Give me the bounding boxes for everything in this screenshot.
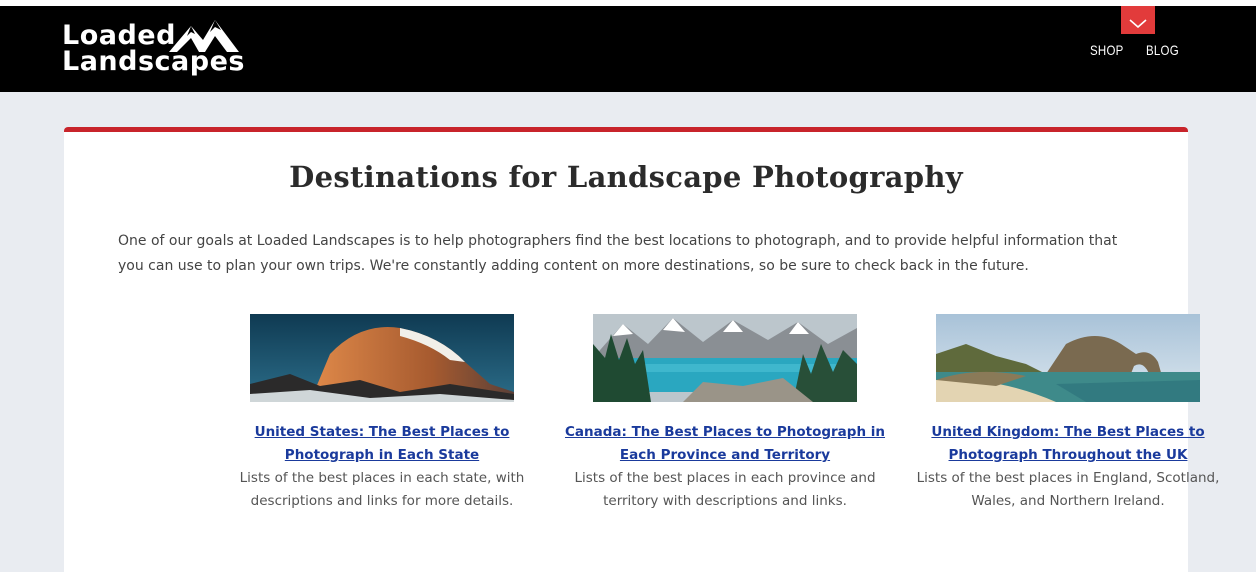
destination-link-us[interactable]: United States: The Best Places to Photog… xyxy=(217,421,547,467)
page-title: Destinations for Landscape Photography xyxy=(289,160,963,194)
content-card: Destinations for Landscape Photography O… xyxy=(64,127,1219,572)
nav-link-shop[interactable]: SHOP xyxy=(1090,42,1124,58)
destination-desc-us: Lists of the best places in each state, … xyxy=(239,470,525,509)
nav-link-blog[interactable]: BLOG xyxy=(1146,42,1179,58)
destination-card-canada: Canada: The Best Places to Photograph in… xyxy=(560,314,890,513)
destination-card-us: United States: The Best Places to Photog… xyxy=(217,314,547,513)
moraine-lake-image[interactable] xyxy=(593,314,857,402)
destination-card-uk: United Kingdom: The Best Places to Photo… xyxy=(903,314,1233,513)
half-dome-image[interactable] xyxy=(250,314,514,402)
mountain-icon xyxy=(169,20,239,52)
site-logo[interactable]: Loaded Landscapes xyxy=(62,18,252,82)
destination-desc-canada: Lists of the best places in each provinc… xyxy=(574,470,876,509)
site-header: Loaded Landscapes SHOP BLOG xyxy=(0,6,1256,92)
chevron-down-icon xyxy=(1129,18,1147,28)
menu-toggle-button[interactable] xyxy=(1121,6,1155,34)
logo-text-line2: Landscapes xyxy=(62,46,245,77)
destination-link-canada[interactable]: Canada: The Best Places to Photograph in… xyxy=(560,421,890,467)
destination-desc-uk: Lists of the best places in England, Sco… xyxy=(916,470,1220,509)
durdle-door-image[interactable] xyxy=(936,314,1200,402)
destination-link-uk[interactable]: United Kingdom: The Best Places to Photo… xyxy=(903,421,1233,467)
intro-paragraph: One of our goals at Loaded Landscapes is… xyxy=(118,233,1118,274)
